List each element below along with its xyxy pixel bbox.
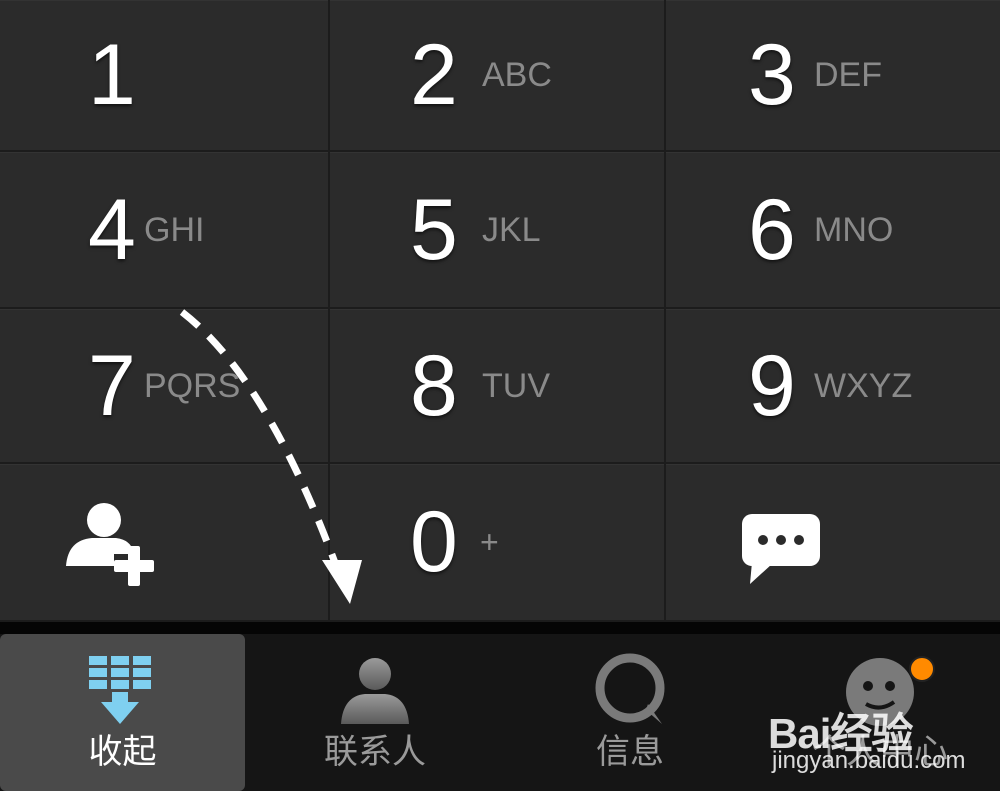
key-digit: 8 xyxy=(410,337,458,434)
key-digit: 0 xyxy=(410,494,458,590)
collapse-keypad-icon xyxy=(88,656,151,724)
key-digit: 1 xyxy=(88,27,136,123)
key-digit: 2 xyxy=(410,27,458,123)
key-letters: WXYZ xyxy=(814,366,913,405)
tab-collapse[interactable]: 收起 xyxy=(0,634,245,791)
key-9[interactable]: 9 WXYZ xyxy=(666,309,1000,464)
key-letters: GHI xyxy=(144,210,205,249)
dial-keypad: 1 2 ABC 3 DEF 4 GHI 5 JKL 6 MNO 7 PQRS 8… xyxy=(0,0,1000,622)
key-2[interactable]: 2 ABC xyxy=(330,0,666,152)
tab-label: 信息 xyxy=(596,732,664,772)
send-message-button[interactable] xyxy=(666,464,1000,622)
tab-label: 收起 xyxy=(88,732,157,772)
key-letters: TUV xyxy=(482,366,550,405)
key-digit: 7 xyxy=(88,337,136,434)
add-contact-button[interactable] xyxy=(0,464,330,622)
bottom-tabbar: 收起 联系人 信息 个人中心 xyxy=(0,634,1000,791)
tab-contacts[interactable]: 联系人 xyxy=(250,634,500,791)
tab-messages[interactable]: 信息 xyxy=(505,634,755,791)
messages-icon xyxy=(595,653,665,724)
contacts-icon xyxy=(341,658,409,724)
key-letters: PQRS xyxy=(144,366,241,405)
key-1[interactable]: 1 xyxy=(0,0,330,152)
key-letters: ABC xyxy=(482,56,552,94)
key-3[interactable]: 3 DEF xyxy=(666,0,1000,152)
key-letters: + xyxy=(480,524,499,560)
tab-profile[interactable]: 个人中心 xyxy=(760,634,1000,791)
key-digit: 5 xyxy=(410,181,458,278)
add-contact-icon xyxy=(66,503,156,586)
key-6[interactable]: 6 MNO xyxy=(666,152,1000,309)
tab-label: 个人中心 xyxy=(812,732,948,772)
key-5[interactable]: 5 JKL xyxy=(330,152,666,309)
key-digit: 3 xyxy=(748,27,796,123)
notification-badge xyxy=(909,656,935,682)
key-0[interactable]: 0 + xyxy=(330,464,666,622)
key-letters: MNO xyxy=(814,210,894,249)
key-digit: 9 xyxy=(748,337,796,434)
key-digit: 4 xyxy=(88,181,136,278)
key-7[interactable]: 7 PQRS xyxy=(0,309,330,464)
key-letters: DEF xyxy=(814,56,882,94)
key-4[interactable]: 4 GHI xyxy=(0,152,330,309)
message-icon xyxy=(742,514,820,584)
profile-icon xyxy=(846,658,914,726)
tab-label: 联系人 xyxy=(324,732,426,772)
key-letters: JKL xyxy=(482,210,541,249)
tabbar-divider xyxy=(0,622,1000,634)
key-8[interactable]: 8 TUV xyxy=(330,309,666,464)
key-digit: 6 xyxy=(748,181,796,278)
